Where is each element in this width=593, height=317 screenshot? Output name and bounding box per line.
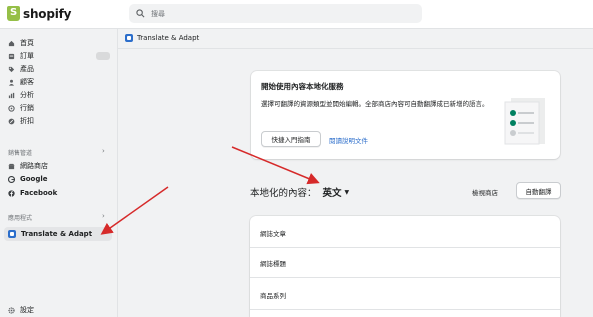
sidebar-item-label: 首頁 <box>20 39 34 47</box>
language-dropdown[interactable]: 英文 ▼ <box>323 185 350 199</box>
sidebar-item-online-store[interactable]: 網路商店 <box>8 161 48 171</box>
sales-channels-chevron-icon[interactable]: › <box>102 147 105 155</box>
header-divider <box>118 48 593 49</box>
main-content: Translate & Adapt 開始使用內容本地化服務 選擇可翻譯的資源類型… <box>118 29 593 317</box>
tag-icon <box>8 66 15 72</box>
person-icon <box>8 79 15 86</box>
onboarding-title: 開始使用內容本地化服務 <box>261 82 344 91</box>
localized-content-row: 本地化的內容： 英文 ▼ <box>250 185 349 199</box>
caret-down-icon: ▼ <box>344 188 350 196</box>
sidebar-item-label: 顧客 <box>20 78 34 86</box>
target-icon <box>8 104 15 112</box>
checklist-illustration <box>504 98 545 145</box>
sales-channels-heading: 銷售管道 <box>8 150 33 157</box>
sidebar-item-translate-adapt[interactable]: Translate & Adapt <box>8 230 92 238</box>
apps-chevron-icon[interactable]: › <box>102 212 105 220</box>
search-input[interactable]: 搜尋 <box>129 4 422 23</box>
translate-adapt-app-icon <box>125 34 133 42</box>
sidebar-item-customers[interactable]: 顧客 <box>8 77 34 87</box>
sidebar-item-marketing[interactable]: 行銷 <box>8 103 34 113</box>
home-icon <box>8 40 15 46</box>
sidebar-item-home[interactable]: 首頁 <box>8 38 34 48</box>
list-divider <box>250 277 560 278</box>
facebook-icon <box>8 189 15 197</box>
list-divider <box>250 309 560 310</box>
sidebar-item-google[interactable]: Google <box>8 175 48 183</box>
auto-translate-button[interactable]: 自動翻譯 <box>516 182 561 199</box>
selected-language: 英文 <box>322 188 342 199</box>
store-icon <box>8 163 15 169</box>
apps-heading: 應用程式 <box>8 215 33 222</box>
sidebar-item-label: 設定 <box>20 306 34 314</box>
sidebar-item-settings[interactable]: 設定 <box>8 305 34 315</box>
list-divider <box>250 247 560 248</box>
chart-icon <box>8 92 15 98</box>
list-item[interactable]: 商品系列 <box>260 290 286 300</box>
orders-icon <box>8 53 15 59</box>
search-icon <box>136 9 145 18</box>
shopify-bag-icon <box>7 6 20 21</box>
read-docs-link[interactable]: 閱讀說明文件 <box>329 135 368 145</box>
sidebar-item-orders[interactable]: 訂單 <box>8 51 34 61</box>
sidebar-item-label: 網路商店 <box>20 162 48 170</box>
sidebar-item-facebook[interactable]: Facebook <box>8 189 57 197</box>
view-store-link[interactable]: 檢視商店 <box>472 187 498 197</box>
gear-icon <box>8 306 15 314</box>
shopify-logo[interactable]: shopify <box>7 6 71 21</box>
quick-start-guide-button[interactable]: 快捷入門指南 <box>261 131 321 147</box>
search-placeholder: 搜尋 <box>151 9 165 18</box>
localized-content-label: 本地化的內容： <box>250 188 317 199</box>
sidebar-item-label: Translate & Adapt <box>21 230 93 238</box>
translate-adapt-app-icon <box>8 230 16 238</box>
orders-count-badge <box>96 52 110 60</box>
onboarding-card: 開始使用內容本地化服務 選擇可翻譯的資源類型並開始編輯。全部商店內容可自動翻譯成… <box>251 71 560 159</box>
list-item[interactable]: 網誌標題 <box>260 258 286 268</box>
breadcrumb: Translate & Adapt <box>125 34 199 42</box>
sidebar-item-discounts[interactable]: 折扣 <box>8 116 34 126</box>
sidebar-item-label: 折扣 <box>20 117 34 125</box>
sidebar: 首頁 訂單 產品 顧客 分析 行銷 折扣 銷售管道 › 網路商店 Google … <box>0 29 118 317</box>
brand-name: shopify <box>23 6 72 21</box>
sidebar-item-label: 行銷 <box>20 104 34 112</box>
sidebar-item-label: 分析 <box>20 91 34 99</box>
google-icon <box>8 175 15 183</box>
sidebar-item-label: Facebook <box>20 189 58 197</box>
breadcrumb-app-title: Translate & Adapt <box>137 34 200 42</box>
resource-list: 網誌文章 網誌標題 商品系列 <box>250 216 560 317</box>
sidebar-item-label: Google <box>20 175 48 183</box>
sidebar-item-analytics[interactable]: 分析 <box>8 90 34 100</box>
sidebar-item-products[interactable]: 產品 <box>8 64 34 74</box>
sidebar-item-label: 訂單 <box>20 52 34 60</box>
onboarding-description: 選擇可翻譯的資源類型並開始編輯。全部商店內容可自動翻譯成已新增的語言。 <box>261 100 489 108</box>
discount-icon <box>8 118 15 124</box>
list-item[interactable]: 網誌文章 <box>260 228 286 238</box>
sidebar-item-label: 產品 <box>20 65 34 73</box>
top-bar: shopify 搜尋 <box>0 0 593 29</box>
